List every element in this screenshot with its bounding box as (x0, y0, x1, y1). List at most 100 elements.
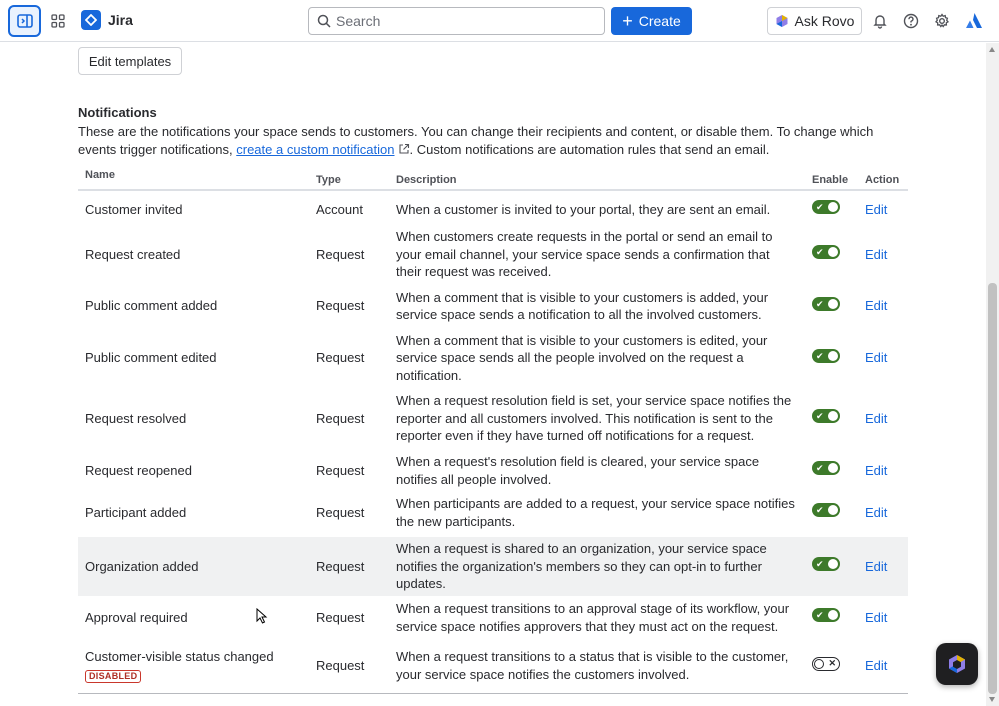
check-icon: ✔ (816, 559, 824, 570)
enable-toggle[interactable]: ✔ (812, 557, 840, 572)
column-header-description: Description (389, 165, 805, 191)
cell-action: Edit (858, 596, 908, 639)
atlassian-profile-button[interactable] (964, 11, 984, 31)
external-link-icon (398, 143, 409, 154)
enable-toggle[interactable]: ✔ (812, 296, 840, 311)
scroll-up-arrow[interactable] (989, 47, 995, 52)
table-row: Request resolved Request When a request re… (78, 384, 908, 453)
search-input[interactable] (336, 12, 596, 30)
edit-link[interactable]: Edit (865, 247, 887, 262)
create-custom-notification-link[interactable]: create a custom notification (236, 142, 394, 157)
cell-action: Edit (858, 281, 908, 332)
rovo-chat-button[interactable] (936, 643, 978, 685)
edit-link[interactable]: Edit (865, 463, 887, 478)
edit-link[interactable]: Edit (865, 559, 887, 574)
check-icon: ✔ (816, 350, 824, 361)
mouse-cursor (256, 607, 268, 627)
cell-name: Public comment added (78, 281, 309, 332)
cell-enable: ✔ (805, 384, 858, 453)
notification-name: Public comment added (85, 298, 218, 314)
notification-name: Customer-visible status changed (85, 649, 274, 665)
toggle-knob (828, 463, 838, 474)
notification-name: Request created (85, 246, 181, 262)
cell-type: Account (316, 201, 363, 217)
toggle-knob (828, 247, 838, 257)
cell-name: Customer invited (78, 190, 309, 228)
table-row: Public comment added Request When a commen… (78, 281, 908, 332)
table-row: Approval required Request When a request t… (78, 596, 908, 639)
edit-link[interactable]: Edit (865, 411, 887, 426)
cell-name: Request created (78, 228, 309, 281)
cell-action: Edit (858, 384, 908, 453)
enable-toggle[interactable]: ✔ (812, 348, 840, 363)
enable-toggle[interactable]: ✔ (812, 200, 840, 215)
status-badge: DISABLED (85, 669, 142, 683)
app-name[interactable]: Jira (108, 12, 133, 28)
toggle-knob (828, 559, 838, 570)
notification-name: Organization added (85, 558, 199, 574)
scroll-down-arrow[interactable] (989, 697, 995, 702)
scrollbar-thumb[interactable] (988, 283, 997, 694)
cell-action: Edit (858, 332, 908, 385)
table-row: Request reopened Request When a request's … (78, 453, 908, 488)
create-button[interactable]: + Create (611, 7, 692, 35)
enable-toggle[interactable]: ✔ (812, 608, 840, 623)
section-description: These are the notifications your space s… (78, 123, 908, 159)
search-icon (317, 14, 331, 28)
create-label: Create (638, 13, 681, 29)
cell-description: When a request's resolution field is cle… (396, 454, 760, 487)
edit-link[interactable]: Edit (865, 505, 887, 520)
app-switcher-button[interactable] (45, 8, 71, 34)
enable-toggle[interactable]: ✔ (812, 245, 840, 259)
cell-action: Edit (858, 190, 908, 228)
edit-link[interactable]: Edit (865, 610, 887, 625)
cell-type: Request (316, 298, 365, 314)
vertical-scrollbar[interactable] (986, 43, 999, 706)
cell-type: Request (309, 537, 389, 596)
search-box[interactable] (308, 7, 605, 35)
help-button[interactable] (901, 11, 921, 31)
ask-rovo-label: Ask Rovo (794, 13, 855, 29)
toggle-knob (828, 350, 838, 361)
column-header-name[interactable]: Name (78, 165, 309, 191)
edit-link[interactable]: Edit (865, 350, 887, 365)
column-header-type: Type (309, 165, 389, 191)
notifications-button[interactable] (870, 11, 890, 31)
rovo-icon (949, 655, 965, 673)
edit-link[interactable]: Edit (865, 298, 887, 313)
atlassian-logo-icon (966, 13, 982, 28)
table-row: Customer invited Account When a customer i… (78, 190, 908, 228)
check-icon: ✔ (816, 463, 824, 474)
edit-link[interactable]: Edit (865, 202, 887, 217)
cell-action: Edit (858, 537, 908, 596)
cell-action: Edit (858, 453, 908, 488)
jira-logo-icon[interactable] (81, 10, 101, 30)
cell-description: When customers create requests in the po… (396, 229, 773, 279)
cell-action: Edit (858, 488, 908, 537)
cell-name: Approval required (78, 596, 309, 639)
sidebar-toggle-button[interactable] (8, 5, 41, 37)
cell-name: Customer-visible status changed DISABLED (78, 639, 309, 694)
enable-toggle[interactable]: ✕ (812, 656, 840, 671)
enable-toggle[interactable]: ✔ (812, 409, 840, 424)
toggle-knob (828, 298, 838, 309)
cross-icon: ✕ (828, 658, 836, 668)
cell-name: Request resolved (78, 384, 309, 453)
sidebar-panel-icon (16, 14, 33, 28)
settings-button[interactable] (932, 11, 952, 31)
grid-icon (51, 14, 65, 28)
enable-toggle[interactable]: ✔ (812, 461, 840, 476)
check-icon: ✔ (816, 610, 824, 621)
check-icon: ✔ (816, 411, 824, 422)
enable-toggle[interactable]: ✔ (812, 503, 840, 518)
edit-templates-button[interactable]: Edit templates (78, 47, 182, 75)
notification-name: Approval required (85, 609, 188, 625)
notification-name: Request reopened (85, 462, 192, 478)
column-header-action: Action (858, 165, 908, 191)
toggle-knob (828, 610, 838, 621)
column-header-enable: Enable (805, 165, 858, 191)
main-content: Edit templates Notifications These are t… (0, 43, 986, 706)
bell-icon (873, 15, 887, 29)
edit-link[interactable]: Edit (865, 658, 887, 673)
ask-rovo-button[interactable]: Ask Rovo (767, 7, 862, 35)
